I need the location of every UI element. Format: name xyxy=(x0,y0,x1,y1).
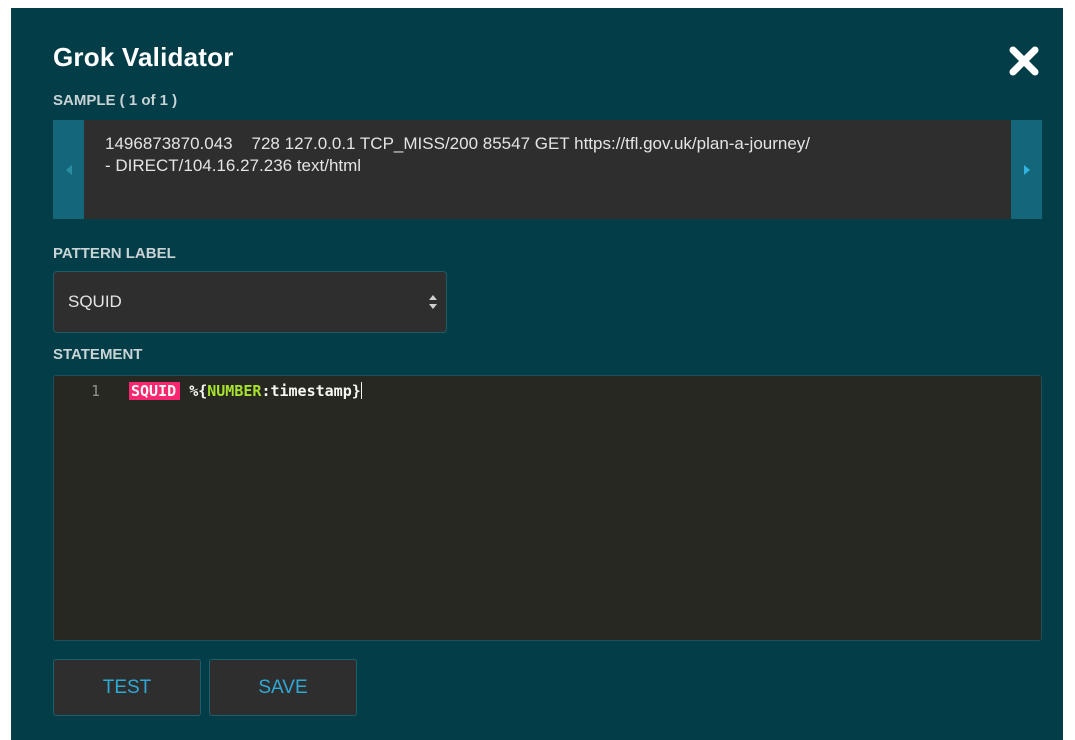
token-keyword: SQUID xyxy=(129,382,181,400)
sample-prev-button[interactable] xyxy=(53,120,84,219)
line-number: 1 xyxy=(91,382,101,400)
code-line: SQUID %{NUMBER:timestamp} xyxy=(129,382,362,400)
sample-text-line: - DIRECT/104.16.27.236 text/html xyxy=(105,156,362,175)
close-icon xyxy=(1009,46,1039,76)
token-close: :timestamp} xyxy=(261,382,361,400)
chevron-right-icon xyxy=(1023,164,1030,175)
token-type: NUMBER xyxy=(207,382,262,400)
statement-editor[interactable]: 1 SQUID %{NUMBER:timestamp} xyxy=(53,375,1042,641)
grok-validator-dialog: Grok Validator SAMPLE ( 1 of 1 ) 1496873… xyxy=(11,8,1063,740)
sample-next-button[interactable] xyxy=(1011,120,1042,219)
statement-label: STATEMENT xyxy=(53,346,143,363)
pattern-label-select[interactable]: SQUID xyxy=(53,271,447,333)
sample-text-line: 1496873870.043 728 127.0.0.1 TCP_MISS/20… xyxy=(105,134,811,153)
test-button[interactable]: TEST xyxy=(53,659,201,716)
token-open: %{ xyxy=(189,382,208,400)
save-button[interactable]: SAVE xyxy=(209,659,357,716)
select-arrows-icon xyxy=(429,295,437,309)
close-button[interactable] xyxy=(1007,44,1041,78)
sample-text: 1496873870.043 728 127.0.0.1 TCP_MISS/20… xyxy=(84,120,1011,219)
chevron-left-icon xyxy=(65,164,72,175)
text-cursor xyxy=(360,382,362,399)
pattern-label-heading: PATTERN LABEL xyxy=(53,245,176,262)
sample-carousel: 1496873870.043 728 127.0.0.1 TCP_MISS/20… xyxy=(53,120,1042,219)
sample-label: SAMPLE ( 1 of 1 ) xyxy=(53,92,178,109)
dialog-title: Grok Validator xyxy=(53,42,234,72)
pattern-label-value: SQUID xyxy=(68,292,122,311)
